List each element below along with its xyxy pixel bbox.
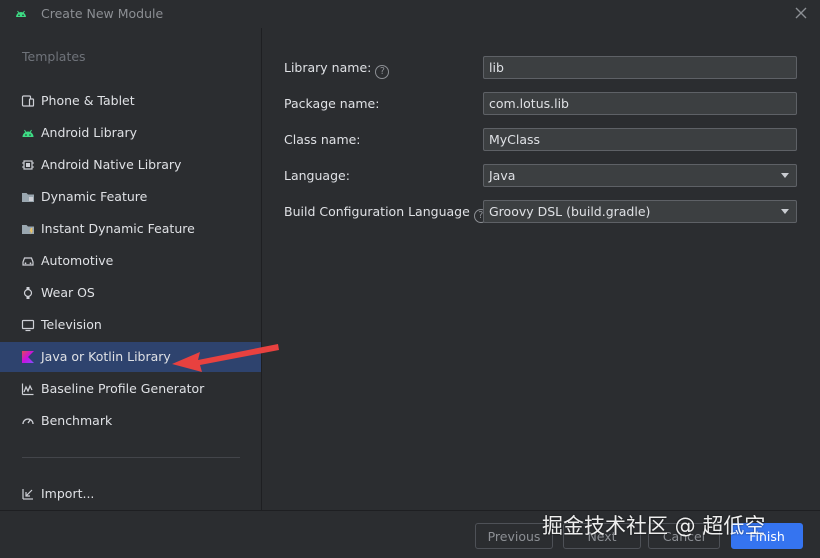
kotlin-icon (22, 351, 34, 363)
package-name-row: Package name: (284, 92, 798, 116)
import-icon (22, 489, 33, 500)
templates-sidebar: Templates Phone & Tablet Android Library… (0, 28, 261, 510)
library-name-input[interactable] (483, 56, 797, 79)
sidebar-item-import[interactable]: Import... (0, 479, 261, 509)
title-bar: Create New Module (0, 0, 820, 28)
sidebar-item-label: Dynamic Feature (41, 189, 148, 204)
package-name-label: Package name: (284, 96, 380, 111)
import-label: Import... (41, 486, 95, 501)
module-form: Library name:? Package name: Class name:… (262, 28, 820, 510)
chart-icon (21, 383, 34, 396)
gauge-icon (22, 418, 34, 425)
sidebar-item-label: Android Library (41, 125, 138, 140)
android-studio-icon (16, 10, 26, 17)
sidebar-item-label: Baseline Profile Generator (41, 381, 205, 396)
class-name-input[interactable] (483, 128, 797, 151)
language-label: Language: (284, 168, 350, 183)
sidebar-item-label: Television (41, 317, 102, 332)
sidebar-item-android-native-library[interactable]: Android Native Library (0, 150, 261, 180)
class-name-label: Class name: (284, 132, 361, 147)
sidebar-item-benchmark[interactable]: Benchmark (0, 406, 261, 436)
language-value: Java (489, 168, 516, 183)
car-icon (22, 257, 34, 266)
sidebar-item-label: Java or Kotlin Library (41, 349, 171, 364)
sidebar-item-dynamic-feature[interactable]: Dynamic Feature (0, 182, 261, 212)
sidebar-item-wear-os[interactable]: Wear OS (0, 278, 261, 308)
dynamic-feature-icon (22, 193, 34, 202)
library-name-row: Library name:? (284, 56, 798, 80)
sidebar-item-baseline-profile-generator[interactable]: Baseline Profile Generator (0, 374, 261, 404)
templates-heading: Templates (22, 49, 86, 64)
sidebar-item-android-library[interactable]: Android Library (0, 118, 261, 148)
build-config-label: Build Configuration Language? (284, 204, 488, 223)
phone-tablet-icon (21, 95, 35, 107)
tv-icon (21, 319, 35, 332)
sidebar-item-label: Automotive (41, 253, 114, 268)
sidebar-separator (22, 457, 240, 458)
build-config-value: Groovy DSL (build.gradle) (489, 204, 651, 219)
language-select[interactable]: Java (483, 164, 797, 187)
library-name-label: Library name:? (284, 60, 390, 79)
sidebar-item-label: Phone & Tablet (41, 93, 135, 108)
annotation-arrow-icon (172, 344, 279, 372)
close-icon[interactable] (792, 4, 810, 22)
window-title: Create New Module (41, 6, 164, 21)
sidebar-item-label: Android Native Library (41, 157, 182, 172)
chevron-down-icon (781, 209, 789, 214)
sidebar-item-television[interactable]: Television (0, 310, 261, 340)
package-name-input[interactable] (483, 92, 797, 115)
sidebar-item-label: Benchmark (41, 413, 113, 428)
build-config-row: Build Configuration Language? Groovy DSL… (284, 200, 798, 224)
sidebar-item-automotive[interactable]: Automotive (0, 246, 261, 276)
build-config-select[interactable]: Groovy DSL (build.gradle) (483, 200, 797, 223)
native-library-icon (22, 160, 34, 170)
watermark: 掘金技术社区 @ 超低空 (542, 514, 766, 538)
help-icon[interactable]: ? (375, 65, 390, 79)
sidebar-item-instant-dynamic-feature[interactable]: Instant Dynamic Feature (0, 214, 261, 244)
watch-icon (23, 287, 33, 299)
chevron-down-icon (781, 173, 789, 178)
sidebar-item-label: Instant Dynamic Feature (41, 221, 195, 236)
android-icon (22, 129, 34, 137)
language-row: Language: Java (284, 164, 798, 188)
instant-feature-icon (22, 225, 34, 235)
sidebar-item-phone-tablet[interactable]: Phone & Tablet (0, 86, 261, 116)
sidebar-item-label: Wear OS (41, 285, 95, 300)
class-name-row: Class name: (284, 128, 798, 152)
